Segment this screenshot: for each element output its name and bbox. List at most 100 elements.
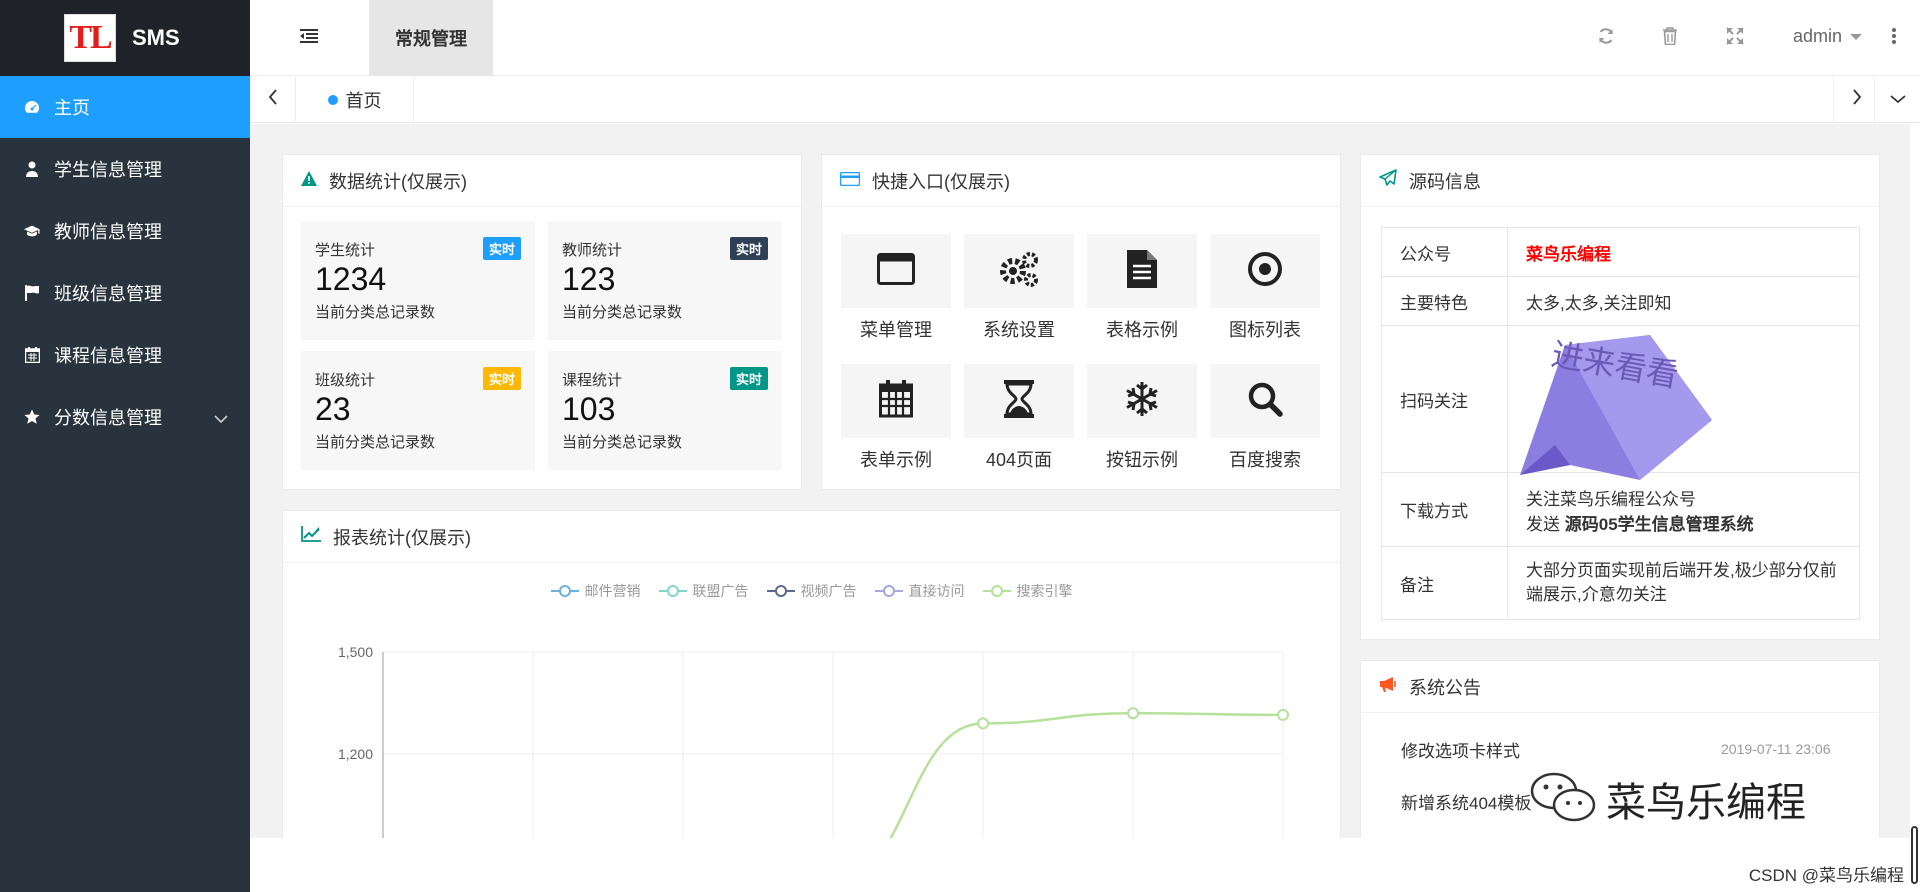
sidebar-item-students[interactable]: 学生信息管理 [0, 138, 250, 200]
wechat-icon [1530, 771, 1596, 828]
card-title: 源码信息 [1409, 171, 1481, 192]
row-key: 备注 [1381, 546, 1508, 620]
quick-menu-manage[interactable]: 菜单管理 [841, 234, 951, 342]
row-key: 扫码关注 [1381, 325, 1508, 473]
quick-table-example[interactable]: 表格示例 [1087, 234, 1197, 342]
top-header: 常规管理 admin [250, 0, 1920, 76]
series-line [889, 711, 1284, 838]
dot-circle-icon [1247, 251, 1283, 292]
quick-system-settings[interactable]: 系统设置 [964, 234, 1074, 342]
snowflake-icon [1124, 381, 1160, 422]
quick-form-example[interactable]: 表单示例 [841, 364, 951, 472]
stat-title: 课程统计 [562, 372, 623, 389]
quick-label: 表格示例 [1106, 320, 1178, 340]
fullscreen-icon[interactable] [1726, 27, 1744, 50]
data-point[interactable] [1127, 707, 1139, 720]
logo[interactable]: TL [64, 14, 116, 62]
realtime-badge: 实时 [729, 237, 768, 260]
sidebar-item-label: 分数信息管理 [54, 408, 162, 428]
realtime-badge: 实时 [482, 237, 521, 260]
flag-icon [24, 285, 40, 301]
sidebar-item-label: 主页 [54, 98, 90, 118]
card-title: 数据统计(仅展示) [329, 171, 467, 192]
chevron-left-icon [268, 89, 278, 110]
quick-baidu-search[interactable]: 百度搜索 [1210, 364, 1320, 472]
sidebar-item-label: 教师信息管理 [54, 222, 162, 242]
top-tab-general[interactable]: 常规管理 [369, 0, 493, 76]
card-title: 系统公告 [1409, 677, 1481, 698]
sidebar-item-label: 课程信息管理 [54, 346, 162, 366]
quick-label: 百度搜索 [1229, 450, 1301, 470]
trash-icon[interactable] [1662, 27, 1678, 50]
chevron-down-icon[interactable] [214, 408, 228, 429]
row-key: 主要特色 [1381, 276, 1508, 326]
sidebar: TL SMS 主页 学生信息管理 教师信息管理 班级信息管理 课程信息管理 分数… [0, 0, 250, 892]
card-header: 快捷入口(仅展示) [822, 155, 1340, 207]
notice-item[interactable]: 修改选项卡样式 [1401, 737, 1520, 762]
tab-bar: 首页 [250, 77, 1920, 123]
tab-dropdown[interactable] [1874, 77, 1920, 122]
card-header: 源码信息 [1361, 155, 1879, 207]
stat-value: 123 [562, 261, 616, 297]
stat-title: 教师统计 [562, 242, 623, 259]
tab-scroll-left[interactable] [250, 77, 296, 122]
graduation-cap-icon [24, 224, 40, 238]
stat-value: 23 [315, 391, 351, 427]
quick-label: 图标列表 [1229, 320, 1301, 340]
more-vertical-icon[interactable] [1891, 27, 1897, 50]
stat-title: 班级统计 [315, 372, 376, 389]
calendar-icon [879, 379, 913, 423]
notice-item[interactable]: 新增系统404模板 [1401, 789, 1531, 814]
gears-icon [998, 250, 1040, 293]
warning-icon [301, 170, 317, 191]
data-point[interactable] [1277, 708, 1289, 721]
search-icon [1247, 381, 1283, 422]
stat-sub: 当前分类总记录数 [562, 304, 683, 321]
download-prefix: 发送 [1526, 514, 1565, 534]
active-dot [327, 94, 338, 105]
logo-bar: TL SMS [0, 0, 250, 76]
sidebar-item-courses[interactable]: 课程信息管理 [0, 324, 250, 386]
user-icon [24, 161, 40, 177]
sidebar-item-home[interactable]: 主页 [0, 76, 250, 138]
username: admin [1793, 26, 1843, 46]
paper-plane-icon [1379, 169, 1397, 192]
calendar-icon [24, 347, 40, 363]
table-row: 备注 大部分页面实现前后端开发,极少部分仅前端展示,介意勿关注 [1381, 546, 1860, 620]
sidebar-item-label: 班级信息管理 [54, 284, 162, 304]
card-header: 系统公告 [1361, 661, 1879, 713]
wechat-watermark: 菜鸟乐编程 [1530, 770, 1806, 828]
chevron-right-icon [1852, 89, 1862, 110]
star-icon [24, 409, 40, 425]
notice-date: 2019-07-11 23:06 [1721, 741, 1831, 757]
bottom-strip: CSDN @菜鸟乐编程 [250, 838, 1920, 892]
quick-404-page[interactable]: 404页面 [964, 364, 1074, 472]
quick-label: 表单示例 [860, 450, 932, 470]
chevron-down-icon [1889, 91, 1906, 109]
menu-toggle-icon[interactable] [300, 28, 318, 49]
scrollbar-thumb[interactable] [1911, 826, 1918, 884]
watermark-text: 菜鸟乐编程 [1606, 780, 1806, 826]
table-row: 主要特色 太多,太多,关注即知 [1381, 276, 1860, 326]
sidebar-item-scores[interactable]: 分数信息管理 [0, 386, 250, 448]
tab-scroll-right[interactable] [1833, 77, 1879, 122]
quick-button-example[interactable]: 按钮示例 [1087, 364, 1197, 472]
sidebar-item-label: 学生信息管理 [54, 160, 162, 180]
row-value: 太多,太多,关注即知 [1507, 276, 1860, 326]
caret-down-icon [1850, 33, 1863, 40]
quick-icon-list[interactable]: 图标列表 [1210, 234, 1320, 342]
refresh-icon[interactable] [1597, 27, 1615, 50]
sidebar-item-classes[interactable]: 班级信息管理 [0, 262, 250, 324]
card-title: 快捷入口(仅展示) [872, 171, 1010, 192]
file-text-icon [1127, 249, 1157, 293]
stat-classes: 班级统计 实时 23 当前分类总记录数 [301, 351, 535, 470]
quick-entry-card: 快捷入口(仅展示) 菜单管理 系统设置 表格示例 图标列表 表单示例 404页面… [821, 154, 1341, 490]
stat-teachers: 教师统计 实时 123 当前分类总记录数 [548, 221, 782, 340]
stat-value: 1234 [315, 261, 387, 297]
sidebar-item-teachers[interactable]: 教师信息管理 [0, 200, 250, 262]
tab-home[interactable]: 首页 [296, 77, 414, 122]
user-menu[interactable]: admin [1793, 26, 1863, 47]
realtime-badge: 实时 [729, 367, 768, 390]
data-point[interactable] [977, 717, 989, 730]
table-row: 公众号 菜鸟乐编程 [1381, 227, 1860, 277]
